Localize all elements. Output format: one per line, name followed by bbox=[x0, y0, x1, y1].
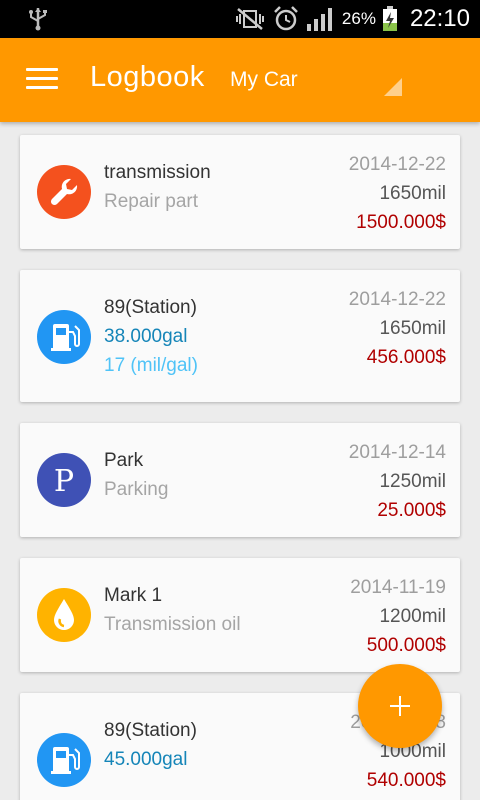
log-entry-card[interactable]: transmission Repair part 2014-12-22 1650… bbox=[20, 135, 460, 249]
entry-cost: 1500.000$ bbox=[356, 212, 446, 233]
clock: 22:10 bbox=[409, 5, 470, 32]
usb-icon bbox=[29, 8, 47, 31]
entry-odometer: 1200mil bbox=[379, 606, 446, 627]
fuel-pump-icon bbox=[37, 310, 91, 364]
signal-icon bbox=[306, 8, 332, 31]
battery-percent: 26% bbox=[341, 9, 376, 28]
log-entry-card[interactable]: Mark 1 Transmission oil 2014-11-19 1200m… bbox=[20, 558, 460, 672]
entry-date: 2014-12-14 bbox=[348, 442, 446, 463]
entry-odometer: 1250mil bbox=[379, 471, 446, 492]
entry-title: transmission bbox=[104, 162, 211, 183]
entry-odometer: 1650mil bbox=[379, 183, 446, 204]
page-title: Logbook bbox=[90, 61, 205, 93]
entry-date: 2014-12-22 bbox=[348, 154, 446, 175]
entry-fuel-amount: 38.000gal bbox=[104, 326, 188, 347]
menu-icon[interactable] bbox=[26, 68, 58, 92]
entry-subtitle: Parking bbox=[104, 479, 169, 500]
entry-date: 2014-11-19 bbox=[350, 577, 446, 598]
battery-charging-icon bbox=[382, 6, 397, 31]
entry-fuel-amount: 45.000gal bbox=[104, 749, 188, 770]
entry-odometer: 1650mil bbox=[379, 318, 446, 339]
log-entry-card[interactable]: 89(Station) 38.000gal 17 (mil/gal) 2014-… bbox=[20, 270, 460, 402]
fuel-pump-icon bbox=[37, 733, 91, 787]
parking-icon: P bbox=[37, 453, 91, 507]
entry-title: Mark 1 bbox=[104, 585, 163, 606]
entry-title: Park bbox=[104, 450, 144, 471]
car-selector-dropdown[interactable]: My Car bbox=[230, 66, 410, 102]
wrench-icon bbox=[37, 165, 91, 219]
car-selector-label: My Car bbox=[230, 68, 298, 91]
entry-consumption: 17 (mil/gal) bbox=[104, 355, 198, 376]
entry-cost: 540.000$ bbox=[366, 770, 446, 791]
entry-subtitle: Repair part bbox=[104, 191, 198, 212]
vibrate-mute-icon bbox=[235, 8, 264, 30]
app-bar: Logbook My Car bbox=[0, 38, 480, 122]
entry-subtitle: Transmission oil bbox=[104, 614, 241, 635]
entry-title: 89(Station) bbox=[104, 297, 197, 318]
oil-drop-icon bbox=[37, 588, 91, 642]
alarm-icon bbox=[274, 6, 298, 31]
entry-cost: 500.000$ bbox=[366, 635, 446, 656]
log-entry-card[interactable]: P Park Parking 2014-12-14 1250mil 25.000… bbox=[20, 423, 460, 537]
dropdown-arrow-icon bbox=[384, 78, 402, 96]
svg-text:P: P bbox=[54, 464, 74, 499]
entry-cost: 25.000$ bbox=[377, 500, 446, 521]
add-entry-button[interactable] bbox=[358, 664, 442, 748]
entry-title: 89(Station) bbox=[104, 720, 197, 741]
entry-date: 2014-12-22 bbox=[348, 289, 446, 310]
entry-cost: 456.000$ bbox=[366, 347, 446, 368]
status-bar: 26% 22:10 bbox=[0, 0, 480, 38]
